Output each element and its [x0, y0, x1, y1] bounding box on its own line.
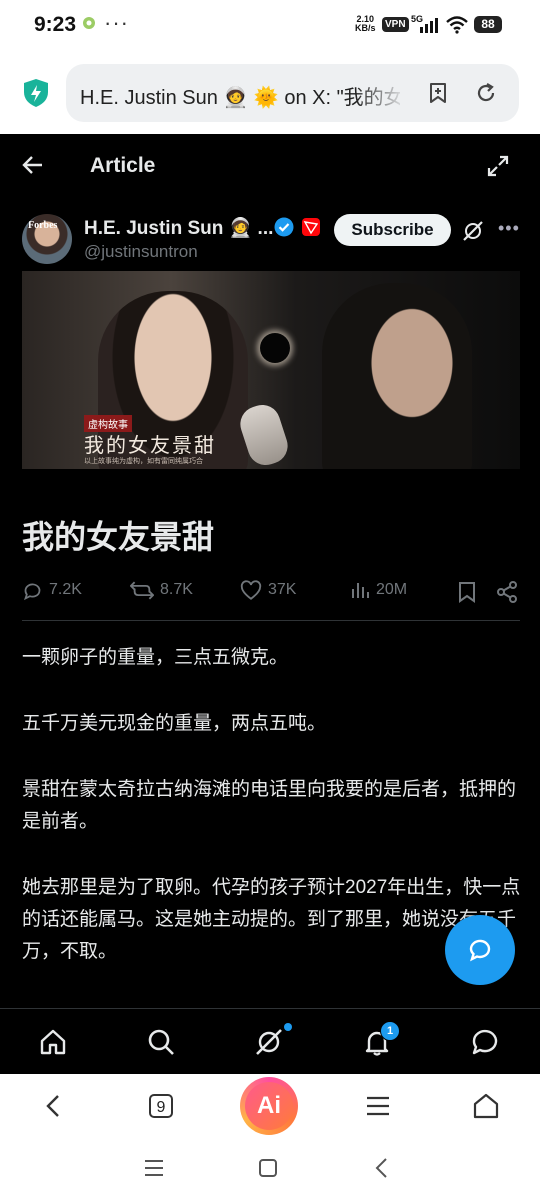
- author-handle[interactable]: @justinsuntron: [84, 242, 198, 262]
- battery-indicator: 88: [474, 16, 502, 33]
- bookmark-icon[interactable]: [458, 580, 476, 604]
- author-row: Forbes H.E. Justin Sun 🧑‍🚀 ... @justinsu…: [22, 212, 522, 272]
- recent-apps-icon[interactable]: [142, 1156, 166, 1180]
- heart-icon: [240, 579, 262, 600]
- article-paragraph: 一颗卵子的重量，三点五微克。: [22, 647, 289, 668]
- ai-label: Ai: [257, 1092, 281, 1119]
- like-button[interactable]: 37K: [240, 578, 296, 602]
- security-shield-icon[interactable]: [22, 78, 50, 108]
- address-fade: [356, 64, 406, 122]
- add-bookmark-icon[interactable]: [426, 81, 450, 105]
- cover-man: [322, 283, 472, 469]
- menu-icon[interactable]: [364, 1092, 392, 1120]
- engagement-bar: 7.2K 8.7K 37K 20M: [22, 574, 520, 606]
- browser-toolbar: H.E. Justin Sun 🧑‍🚀 🌞 on X: "我的女: [0, 52, 540, 134]
- net-speed: 2.10 KB/s: [355, 14, 376, 33]
- vpn-badge: VPN: [382, 17, 409, 32]
- system-back-icon[interactable]: [370, 1156, 394, 1180]
- like-count: 37K: [268, 581, 297, 598]
- cover-title: 我的女友景甜: [84, 433, 216, 457]
- repost-count: 8.7K: [160, 581, 193, 598]
- notifications-badge: 1: [380, 1021, 400, 1041]
- tab-switcher-button[interactable]: 9: [149, 1094, 173, 1118]
- repost-button[interactable]: 8.7K: [130, 578, 193, 602]
- article-cover-image[interactable]: 虚构故事 我的女友景甜 以上故事纯为虚构，如有雷同纯属巧合: [22, 271, 520, 469]
- browser-bottom-bar: 9 Ai: [0, 1074, 540, 1138]
- grok-new-dot: [284, 1023, 292, 1031]
- system-navigation-bar: [0, 1138, 540, 1200]
- back-arrow-icon[interactable]: [22, 154, 44, 176]
- verified-badge-icon: [274, 217, 294, 237]
- system-home-icon[interactable]: [256, 1156, 280, 1180]
- share-icon[interactable]: [496, 580, 518, 604]
- page-title: Article: [90, 154, 156, 177]
- subscribe-button[interactable]: Subscribe: [334, 214, 451, 246]
- browser-home-icon[interactable]: [472, 1092, 500, 1120]
- home-icon[interactable]: [38, 1027, 68, 1057]
- grok-tab-icon[interactable]: [254, 1027, 284, 1057]
- expand-icon[interactable]: [486, 154, 510, 178]
- article-title: 我的女友景甜: [22, 519, 215, 555]
- avatar-forbes-text: Forbes: [28, 220, 58, 231]
- bottom-tab-bar: 1: [0, 1008, 540, 1074]
- ai-assistant-button[interactable]: Ai: [240, 1077, 298, 1135]
- repost-icon: [130, 581, 154, 599]
- status-time: 9:23: [34, 13, 77, 36]
- browser-back-icon[interactable]: [40, 1092, 68, 1120]
- ai-inner: Ai: [245, 1082, 293, 1130]
- article-paragraph: 五千万美元现金的重量，两点五吨。: [22, 713, 327, 734]
- author-name[interactable]: H.E. Justin Sun 🧑‍🚀 ...: [84, 216, 273, 240]
- chat-bubble-icon: [469, 939, 491, 962]
- author-avatar[interactable]: Forbes: [22, 214, 72, 264]
- cover-eclipse: [260, 333, 290, 363]
- signal-icon: [420, 18, 438, 33]
- compose-message-button[interactable]: [445, 915, 515, 985]
- divider: [22, 620, 520, 621]
- reply-button[interactable]: 7.2K: [22, 578, 82, 602]
- more-options-icon[interactable]: •••: [498, 218, 520, 239]
- views-chart-icon: [352, 583, 369, 598]
- messages-icon[interactable]: [470, 1027, 500, 1057]
- article-view: Article Forbes H.E. Justin Sun 🧑‍🚀 ... @…: [0, 134, 540, 1074]
- reply-count: 7.2K: [49, 581, 82, 598]
- address-bar-text: H.E. Justin Sun 🧑‍🚀 🌞 on X: "我的女: [80, 87, 400, 109]
- wifi-icon: [446, 16, 468, 34]
- address-bar[interactable]: H.E. Justin Sun 🧑‍🚀 🌞 on X: "我的女: [66, 64, 519, 122]
- app-notification-icon: [83, 17, 95, 29]
- tron-logo-icon: [302, 218, 320, 236]
- reload-icon[interactable]: [474, 81, 498, 105]
- cover-subtitle: 以上故事纯为虚构，如有雷同纯属巧合: [84, 458, 203, 465]
- reply-icon: [24, 583, 41, 600]
- search-icon[interactable]: [146, 1027, 176, 1057]
- views-button[interactable]: 20M: [350, 578, 407, 602]
- status-bar: 9:23 ··· 2.10 KB/s VPN 5G 88: [0, 0, 540, 52]
- more-notifications-icon: ···: [104, 10, 129, 35]
- article-paragraph: 景甜在蒙太奇拉古纳海滩的电话里向我要的是后者，抵押的是前者。: [22, 779, 517, 832]
- grok-icon[interactable]: [462, 220, 484, 242]
- views-count: 20M: [376, 581, 408, 598]
